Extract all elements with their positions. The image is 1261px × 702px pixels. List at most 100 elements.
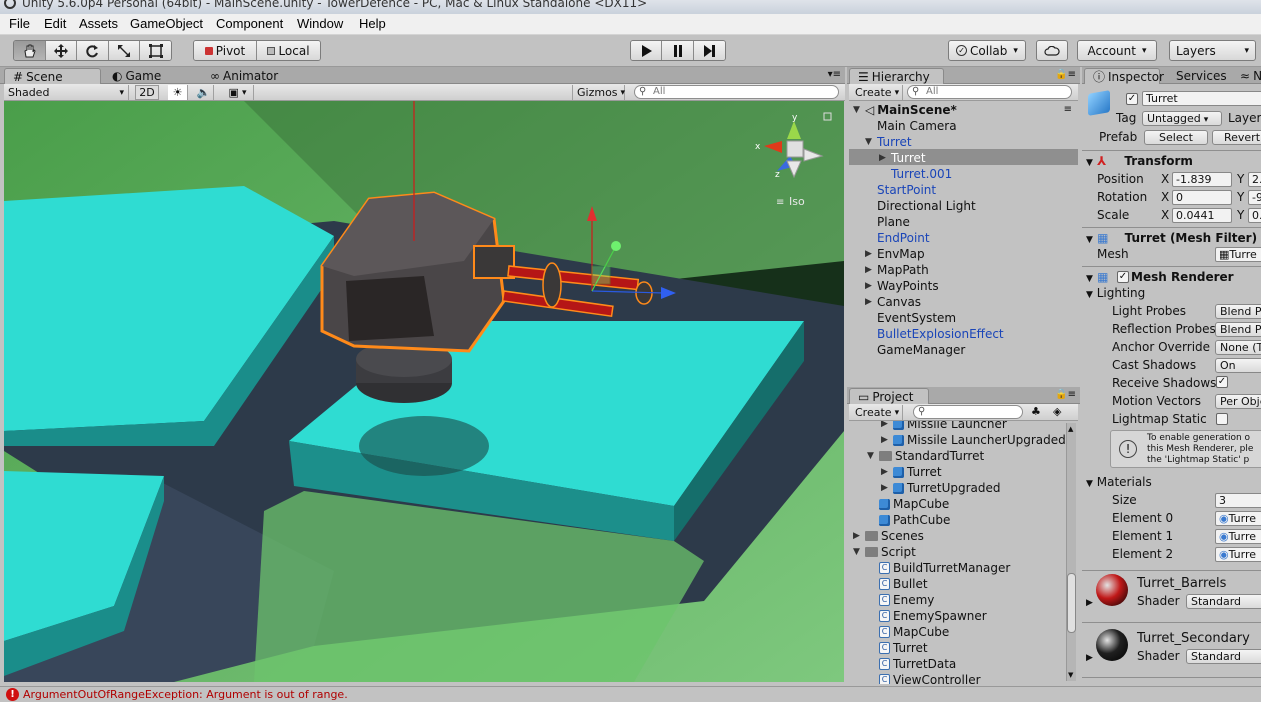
foldout-arrow-icon[interactable]: ▶ <box>1086 598 1093 608</box>
scene-view[interactable]: y x z ≡ Iso <box>4 101 844 682</box>
project-scrollbar[interactable]: ▲ ▼ <box>1066 423 1076 681</box>
scale-tool-button[interactable] <box>108 41 141 60</box>
expanded-arrow-icon[interactable]: ▼ <box>853 547 865 557</box>
tab-services[interactable]: Services <box>1168 68 1235 84</box>
tab-hierarchy[interactable]: ☰ Hierarchy <box>849 68 944 84</box>
play-button[interactable] <box>631 41 663 60</box>
hierarchy-item[interactable]: EndPoint <box>865 230 930 246</box>
renderer-setting-dropdown[interactable]: Blend Pr <box>1215 322 1261 337</box>
hand-tool-button[interactable] <box>14 41 46 60</box>
rotation-y-field[interactable]: -90.0 <box>1248 190 1261 205</box>
material-element-field[interactable]: ◉Turre <box>1215 511 1261 526</box>
rect-tool-button[interactable] <box>140 41 171 60</box>
audio-toggle-button[interactable]: 🔈 <box>194 85 214 100</box>
hierarchy-item[interactable]: Plane <box>865 214 910 230</box>
rotate-tool-button[interactable] <box>77 41 109 60</box>
filter-type-icon[interactable]: ♣ <box>1031 405 1041 418</box>
scene-root-row[interactable]: ▼ ◁ MainScene* <box>853 102 957 118</box>
collapsed-arrow-icon[interactable]: ▶ <box>879 153 891 163</box>
collapsed-arrow-icon[interactable]: ▶ <box>865 265 877 275</box>
scrollbar-thumb[interactable] <box>1067 573 1076 633</box>
collapsed-arrow-icon[interactable]: ▶ <box>865 281 877 291</box>
step-button[interactable] <box>693 41 725 60</box>
mesh-renderer-header[interactable]: ▼ ▦ <box>1086 270 1108 284</box>
prefab-revert-button[interactable]: Revert <box>1212 130 1261 145</box>
project-item[interactable]: ▶ TurretUpgraded <box>881 480 1001 496</box>
tab-inspector[interactable]: ⓘ Inspector <box>1084 68 1164 84</box>
status-bar[interactable]: ! ArgumentOutOfRangeException: Argument … <box>0 686 1261 702</box>
receive-shadows-checkbox[interactable]: ✓ <box>1216 376 1228 388</box>
project-item[interactable]: ▶ Turret <box>881 464 942 480</box>
material-element-field[interactable]: ◉Turre <box>1215 529 1261 544</box>
hierarchy-item[interactable]: ▶ MapPath <box>865 262 929 278</box>
menu-component[interactable]: Component <box>216 16 283 31</box>
gizmos-dropdown[interactable]: Gizmos <box>572 85 625 100</box>
move-tool-button[interactable] <box>45 41 78 60</box>
project-item[interactable]: ▶ Scenes <box>853 528 924 544</box>
lightmap-static-checkbox[interactable] <box>1216 413 1228 425</box>
project-item[interactable]: ▼ StandardTurret <box>867 448 984 464</box>
filter-label-icon[interactable]: ◈ <box>1053 405 1061 418</box>
hierarchy-item[interactable]: ▼ Turret <box>865 134 912 150</box>
hierarchy-search-input[interactable]: ⚲ All <box>907 85 1072 99</box>
project-item[interactable]: C Enemy <box>867 592 934 608</box>
project-search-input[interactable]: ⚲ <box>913 405 1023 419</box>
project-menu-icon[interactable]: 🔒≡ <box>1055 389 1076 400</box>
mesh-field[interactable]: ▦Turre <box>1215 247 1261 262</box>
project-item[interactable]: ▶ Missile Launcher <box>881 421 1007 432</box>
account-dropdown[interactable]: Account <box>1077 40 1157 61</box>
menu-edit[interactable]: Edit <box>44 16 66 31</box>
collapsed-arrow-icon[interactable]: ▶ <box>881 421 893 429</box>
prefab-select-button[interactable]: Select <box>1144 130 1208 145</box>
project-item[interactable]: C MapCube <box>867 624 949 640</box>
hierarchy-create-dropdown[interactable]: Create <box>851 85 903 100</box>
hierarchy-item[interactable]: Directional Light <box>865 198 976 214</box>
hierarchy-item[interactable]: ▶ Turret <box>879 150 926 166</box>
shader-dropdown[interactable]: Standard <box>1186 594 1261 609</box>
materials-size-field[interactable]: 3 <box>1215 493 1261 508</box>
object-name-field[interactable]: Turret <box>1142 91 1261 106</box>
hierarchy-item[interactable]: ▶ Canvas <box>865 294 921 310</box>
iso-label[interactable]: Iso <box>789 195 805 208</box>
expanded-arrow-icon[interactable]: ▼ <box>867 451 879 461</box>
collapsed-arrow-icon[interactable]: ▶ <box>881 435 893 445</box>
scroll-up-icon[interactable]: ▲ <box>1068 425 1073 433</box>
position-x-field[interactable]: -1.839 <box>1172 172 1232 187</box>
menu-gameobject[interactable]: GameObject <box>130 16 203 31</box>
collapsed-arrow-icon[interactable]: ▶ <box>865 249 877 259</box>
scroll-down-icon[interactable]: ▼ <box>1068 671 1073 679</box>
position-y-field[interactable]: 2.00 <box>1248 172 1261 187</box>
hierarchy-item[interactable]: EventSystem <box>865 310 956 326</box>
cloud-button[interactable] <box>1036 40 1068 61</box>
scene-menu-icon[interactable]: ≡ <box>1064 104 1072 115</box>
project-item[interactable]: ▶ Missile LauncherUpgraded <box>881 432 1066 448</box>
renderer-setting-dropdown[interactable]: Blend Pr <box>1215 304 1261 319</box>
expanded-arrow-icon[interactable]: ▼ <box>865 137 877 147</box>
scale-y-field[interactable]: 0.044 <box>1248 208 1261 223</box>
rotation-x-field[interactable]: 0 <box>1172 190 1232 205</box>
layers-dropdown[interactable]: Layers <box>1169 40 1256 61</box>
tab-project[interactable]: ▭ Project <box>849 388 929 404</box>
pause-button[interactable] <box>662 41 694 60</box>
project-item[interactable]: PathCube <box>867 512 950 528</box>
mesh-filter-header[interactable]: ▼ ▦ Turret (Mesh Filter) <box>1086 231 1257 245</box>
renderer-setting-dropdown[interactable]: On <box>1215 358 1261 373</box>
collapsed-arrow-icon[interactable]: ▶ <box>881 483 893 493</box>
foldout-arrow-icon[interactable]: ▶ <box>1086 653 1093 663</box>
material-element-field[interactable]: ◉Turre <box>1215 547 1261 562</box>
scale-x-field[interactable]: 0.0441 <box>1172 208 1232 223</box>
collab-button[interactable]: ✓ Collab <box>948 40 1026 61</box>
hierarchy-item[interactable]: Turret.001 <box>879 166 952 182</box>
pivot-button[interactable]: Pivot <box>194 41 258 60</box>
renderer-setting-dropdown[interactable]: None (T <box>1215 340 1261 355</box>
menu-help[interactable]: Help <box>359 16 386 31</box>
shading-dropdown[interactable]: Shaded <box>4 85 129 100</box>
tab-scene[interactable]: # Scene <box>4 68 101 84</box>
hierarchy-item[interactable]: BulletExplosionEffect <box>865 326 1004 342</box>
toggle-2d-button[interactable]: 2D <box>135 85 159 100</box>
active-checkbox[interactable]: ✓ <box>1126 93 1138 105</box>
tab-game[interactable]: ◐ Game <box>104 68 169 84</box>
hierarchy-menu-icon[interactable]: 🔒≡ <box>1055 69 1076 80</box>
materials-foldout[interactable]: ▼ Materials <box>1086 475 1152 489</box>
menu-assets[interactable]: Assets <box>79 16 118 31</box>
